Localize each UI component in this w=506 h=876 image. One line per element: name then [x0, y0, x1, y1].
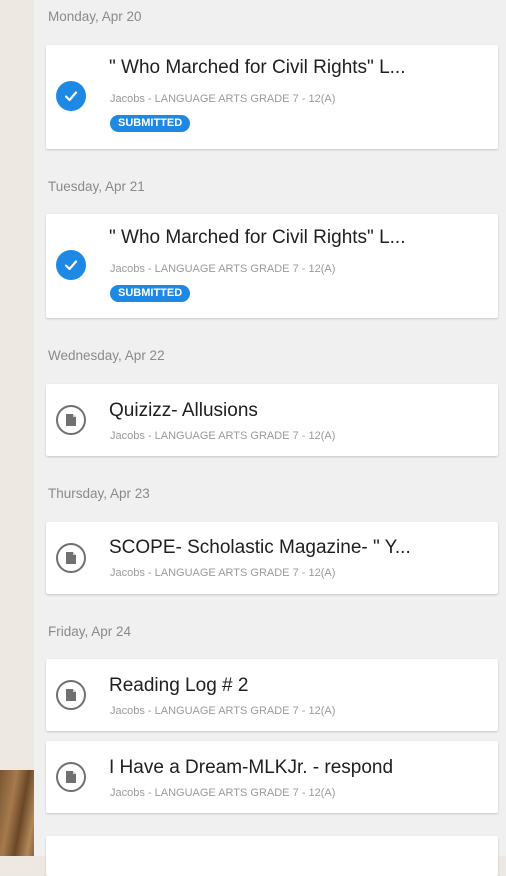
- assignment-card[interactable]: SCOPE- Scholastic Magazine- " Y... Jacob…: [46, 522, 498, 594]
- assignment-card-partial[interactable]: [46, 836, 498, 876]
- date-header: Tuesday, Apr 21: [48, 179, 145, 194]
- assignment-card[interactable]: Reading Log # 2 Jacobs - LANGUAGE ARTS G…: [46, 659, 498, 731]
- check-circle-icon: [56, 81, 86, 111]
- assignment-course: Jacobs - LANGUAGE ARTS GRADE 7 - 12(A): [110, 93, 336, 105]
- assignment-icon: [56, 405, 86, 435]
- assignment-course: Jacobs - LANGUAGE ARTS GRADE 7 - 12(A): [110, 430, 336, 442]
- date-header: Wednesday, Apr 22: [48, 348, 165, 363]
- assignment-list: Monday, Apr 20 " Who Marched for Civil R…: [34, 0, 506, 876]
- assignment-course: Jacobs - LANGUAGE ARTS GRADE 7 - 12(A): [110, 787, 336, 799]
- assignment-course: Jacobs - LANGUAGE ARTS GRADE 7 - 12(A): [110, 705, 336, 717]
- assignment-icon: [56, 680, 86, 710]
- assignment-icon: [56, 762, 86, 792]
- assignment-title: " Who Marched for Civil Rights" L...: [109, 227, 406, 248]
- assignment-card[interactable]: Quizizz- Allusions Jacobs - LANGUAGE ART…: [46, 384, 498, 456]
- date-header: Thursday, Apr 23: [48, 486, 150, 501]
- assignment-title: Quizizz- Allusions: [109, 400, 258, 421]
- assignment-card[interactable]: " Who Marched for Civil Rights" L... Jac…: [46, 45, 498, 149]
- assignment-card[interactable]: " Who Marched for Civil Rights" L... Jac…: [46, 214, 498, 318]
- status-badge: SUBMITTED: [110, 115, 191, 132]
- status-badge: SUBMITTED: [110, 285, 191, 302]
- date-header: Monday, Apr 20: [48, 9, 142, 24]
- assignment-title: I Have a Dream-MLKJr. - respond: [109, 757, 394, 778]
- date-header: Friday, Apr 24: [48, 624, 132, 639]
- assignment-course: Jacobs - LANGUAGE ARTS GRADE 7 - 12(A): [110, 263, 336, 275]
- assignment-title: SCOPE- Scholastic Magazine- " Y...: [109, 537, 411, 558]
- background-photo-edge: [0, 770, 34, 856]
- assignment-title: Reading Log # 2: [109, 675, 249, 696]
- assignment-card[interactable]: I Have a Dream-MLKJr. - respond Jacobs -…: [46, 741, 498, 813]
- assignment-course: Jacobs - LANGUAGE ARTS GRADE 7 - 12(A): [110, 567, 336, 579]
- check-circle-icon: [56, 250, 86, 280]
- assignment-title: " Who Marched for Civil Rights" L...: [109, 57, 406, 78]
- assignment-icon: [56, 543, 86, 573]
